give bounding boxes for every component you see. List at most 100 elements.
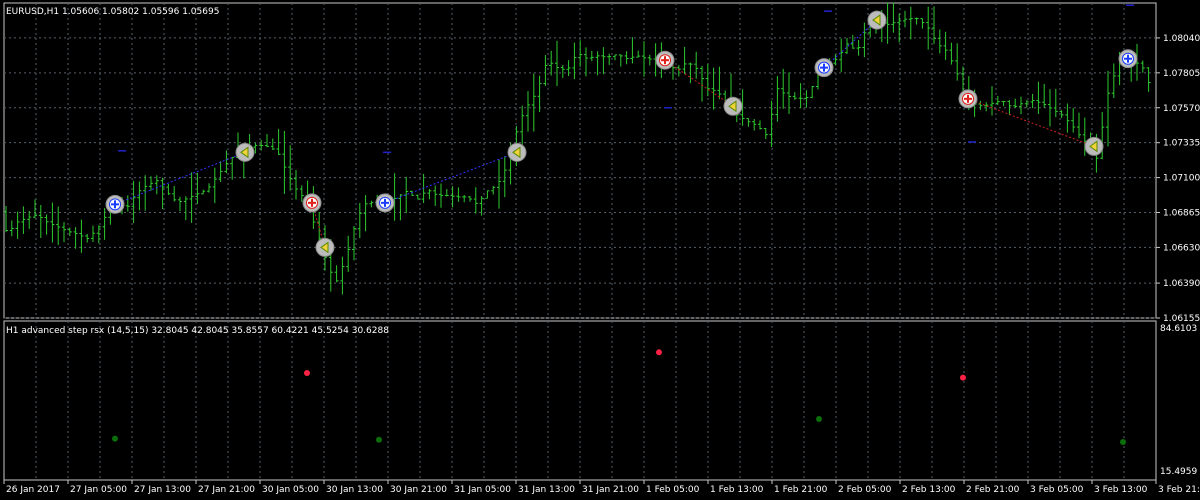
ohlc-bar — [618, 54, 623, 67]
ohlc-bar — [189, 172, 194, 223]
ohlc-bar — [995, 95, 1000, 106]
ohlc-bar — [717, 66, 722, 100]
trade-signals — [105, 10, 1138, 257]
ohlc-bar — [44, 214, 49, 235]
ohlc-bar — [682, 46, 687, 75]
indicator-points — [112, 349, 1126, 446]
ohlc-bar — [566, 60, 571, 77]
ohlc-bar — [468, 196, 472, 202]
ohlc-bar — [207, 183, 211, 193]
ohlc-bar — [276, 129, 281, 156]
ohlc-bar — [473, 187, 478, 214]
ohlc-bar — [891, 2, 896, 33]
ohlc-bar — [294, 170, 298, 200]
x-tick-label: 30 Jan 05:00 — [262, 485, 319, 495]
ohlc-bar — [1146, 67, 1151, 92]
trend-line-up — [114, 151, 246, 205]
signal-exit-marker — [723, 96, 743, 116]
ohlc-bar — [450, 186, 455, 208]
indicator-point — [816, 416, 822, 423]
ohlc-bar — [856, 39, 861, 56]
ohlc-bar — [613, 54, 617, 61]
x-tick-label: 27 Jan 13:00 — [134, 485, 191, 495]
ohlc-bar — [943, 31, 948, 60]
ohlc-bar — [38, 204, 43, 238]
ohlc-bar — [1019, 96, 1023, 115]
ohlc-bar — [357, 202, 362, 239]
ohlc-bar — [560, 64, 565, 79]
ohlc-bar — [537, 75, 542, 112]
ohlc-bar — [363, 195, 368, 232]
y-tick-label: 1.08040 — [1163, 34, 1200, 44]
ohlc-bar — [415, 194, 420, 200]
ohlc-bar — [497, 159, 501, 209]
ohlc-bar — [955, 43, 960, 81]
x-tick-label: 30 Jan 13:00 — [326, 485, 383, 495]
ohlc-bar — [230, 156, 235, 180]
signal-exit-marker — [235, 142, 255, 162]
ohlc-bar — [804, 90, 809, 108]
ohlc-bar — [154, 175, 159, 195]
ohlc-bar — [555, 40, 559, 87]
ohlc-bar — [502, 156, 507, 198]
ohlc-bar — [705, 63, 710, 97]
ohlc-bar — [978, 100, 983, 110]
ohlc-bar — [746, 117, 751, 127]
y-tick-label: 1.07570 — [1163, 104, 1200, 114]
ohlc-bar — [758, 120, 762, 130]
indicator-point — [112, 435, 118, 442]
signal-buy-marker — [375, 193, 395, 213]
ohlc-bar — [903, 10, 907, 28]
y-tick-label: 1.07805 — [1163, 69, 1200, 79]
ohlc-bar — [711, 67, 716, 110]
x-tick-label: 3 Feb 21:00 — [1158, 485, 1200, 495]
ohlc-bar — [937, 29, 942, 54]
ohlc-bar — [491, 185, 496, 195]
ohlc-bar — [1048, 89, 1052, 127]
indicator-header: H1 advanced step rsx (14,5,15) 32.8045 4… — [6, 326, 389, 336]
x-tick-label: 27 Jan 05:00 — [70, 485, 127, 495]
ohlc-bar — [433, 185, 438, 206]
ohlc-bar — [50, 202, 55, 243]
ohlc-bar — [810, 85, 815, 99]
ohlc-bar — [990, 86, 994, 116]
ohlc-bar — [398, 194, 403, 221]
ohlc-bar — [908, 6, 913, 40]
ohlc-bar — [137, 181, 142, 211]
ohlc-bar — [572, 42, 577, 80]
ohlc-bar — [1042, 84, 1047, 108]
x-tick-label: 1 Feb 21:00 — [774, 485, 828, 495]
ohlc-bar — [265, 134, 269, 148]
ohlc-bar — [1013, 98, 1018, 108]
signal-exit-marker — [867, 10, 887, 30]
ohlc-bar — [166, 183, 171, 195]
ohlc-bar — [131, 180, 136, 224]
ohlc-bar — [1140, 60, 1145, 73]
signal-exit-marker — [1084, 136, 1104, 156]
ohlc-bar — [531, 73, 536, 132]
trend-line-up — [823, 19, 878, 69]
indicator-point — [960, 374, 966, 381]
ohlc-bar — [427, 188, 432, 200]
y-tick-label: 1.06390 — [1163, 279, 1200, 289]
x-tick-label: 30 Jan 21:00 — [390, 485, 447, 495]
ohlc-bar — [589, 50, 594, 62]
signal-exit-marker — [315, 237, 335, 257]
x-tick-label: 2 Feb 21:00 — [966, 485, 1020, 495]
ohlc-bar — [62, 222, 66, 243]
ohlc-bar — [1001, 100, 1006, 107]
ohlc-bar — [369, 200, 374, 208]
ohlc-bar — [763, 127, 768, 140]
ohlc-bar — [212, 167, 217, 204]
ohlc-bar — [636, 50, 641, 58]
ohlc-bar — [125, 195, 130, 212]
ohlc-bar — [775, 75, 780, 122]
ohlc-bar — [178, 196, 182, 212]
grid — [4, 3, 1156, 480]
ohlc-bar — [584, 47, 588, 77]
x-tick-label: 2 Feb 05:00 — [838, 485, 892, 495]
ohlc-bar — [27, 210, 32, 229]
ohlc-bar — [607, 53, 612, 65]
signal-sell-marker — [958, 89, 978, 109]
ohlc-bar — [444, 189, 449, 197]
